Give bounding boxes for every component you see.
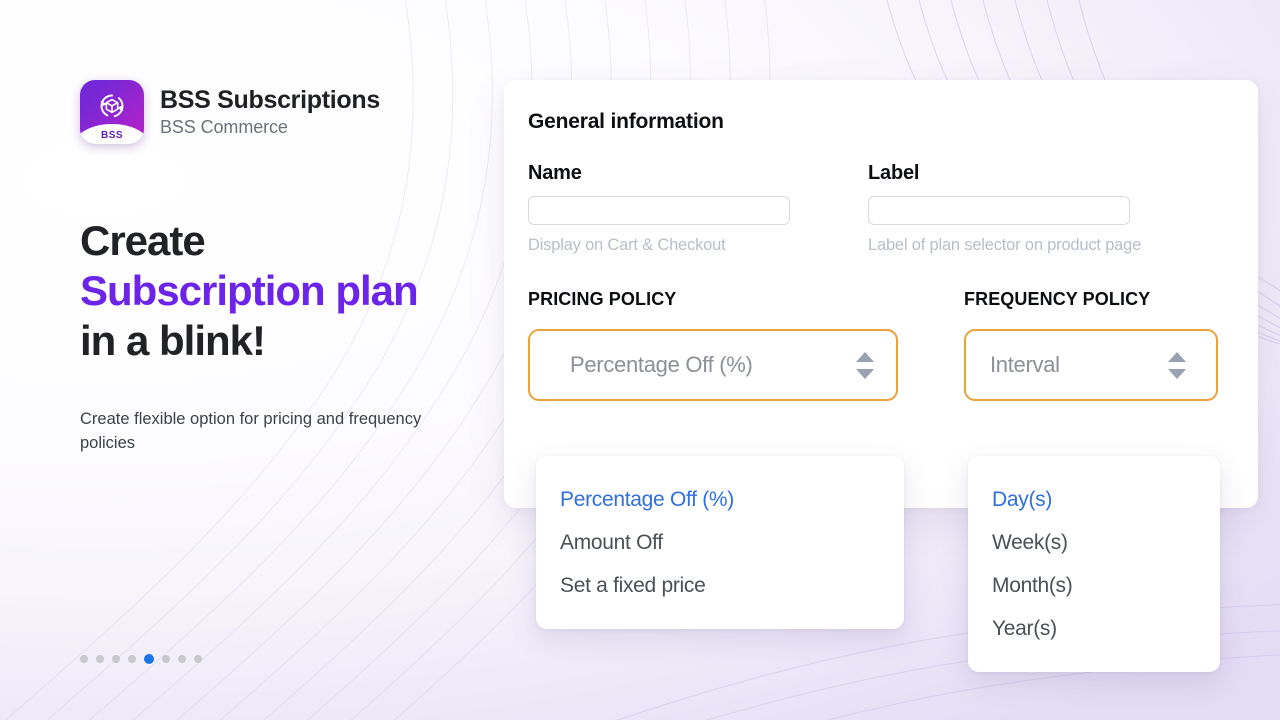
pricing-policy-select[interactable]: Percentage Off (%) [528,329,898,401]
logo-badge-text: BSS [100,130,124,141]
carousel-dot-1[interactable] [80,655,88,663]
pricing-policy-option-1[interactable]: Percentage Off (%) [536,478,904,521]
chevron-up-icon[interactable] [1168,351,1186,362]
label-field-help: Label of plan selector on product page [868,236,1142,254]
carousel-dot-5[interactable] [144,654,154,664]
general-information-card: General information Name Display on Cart… [504,80,1258,508]
label-input[interactable] [868,196,1130,225]
pricing-policy-group: PRICING POLICY Percentage Off (%) [528,289,898,401]
frequency-policy-selected-value: Interval [990,352,1060,377]
frequency-policy-option-2[interactable]: Week(s) [968,521,1220,564]
pricing-policy-stepper[interactable] [856,351,874,379]
app-title: BSS Subscriptions [160,86,380,114]
hero-headline-line2: Subscription plan [80,266,419,314]
frequency-policy-title: FREQUENCY POLICY [964,289,1151,309]
name-input[interactable] [528,196,790,225]
brand-block: BSS BSS Subscriptions BSS Commerce [80,80,380,144]
frequency-policy-option-4[interactable]: Year(s) [968,607,1220,650]
hero-headline-line3: in a blink! [80,316,266,364]
name-field-help: Display on Cart & Checkout [528,236,726,254]
label-field-label: Label [868,162,920,184]
name-field-label: Name [528,162,582,184]
promo-slide: BSS BSS Subscriptions BSS Commerce Creat… [0,0,1280,720]
pricing-policy-title: PRICING POLICY [528,289,677,309]
name-label-field-row: Name Display on Cart & Checkout Label La… [528,162,1234,255]
hero-headline: Create Subscription plan in a blink! [80,216,419,366]
carousel-dots[interactable] [80,654,202,664]
chevron-down-icon[interactable] [1168,368,1186,379]
frequency-policy-stepper[interactable] [1168,351,1186,379]
subscription-box-cycle-icon [80,83,144,129]
frequency-policy-option-1[interactable]: Day(s) [968,478,1220,521]
app-vendor: BSS Commerce [160,117,288,137]
carousel-dot-2[interactable] [96,655,104,663]
hero-headline-line1: Create [80,217,206,264]
carousel-dot-7[interactable] [178,655,186,663]
card-title: General information [528,110,724,133]
app-logo: BSS [80,80,144,144]
chevron-down-icon[interactable] [856,368,874,379]
frequency-policy-dropdown[interactable]: Day(s) Week(s) Month(s) Year(s) [968,456,1220,672]
label-field-group: Label Label of plan selector on product … [868,162,1142,255]
pricing-policy-option-3[interactable]: Set a fixed price [536,564,904,607]
pricing-policy-option-2[interactable]: Amount Off [536,521,904,564]
frequency-policy-group: FREQUENCY POLICY Interval [964,289,1218,401]
frequency-policy-select[interactable]: Interval [964,329,1218,401]
carousel-dot-8[interactable] [194,655,202,663]
carousel-dot-6[interactable] [162,655,170,663]
pricing-policy-dropdown[interactable]: Percentage Off (%) Amount Off Set a fixed … [536,456,904,629]
brand-names: BSS Subscriptions BSS Commerce [160,86,380,138]
carousel-dot-4[interactable] [128,655,136,663]
chevron-up-icon[interactable] [856,351,874,362]
policy-row: PRICING POLICY Percentage Off (%) FREQUE… [528,289,1234,401]
hero-subcopy: Create flexible option for pricing and f… [80,410,422,452]
carousel-dot-3[interactable] [112,655,120,663]
pricing-policy-selected-value: Percentage Off (%) [570,352,753,377]
frequency-policy-option-3[interactable]: Month(s) [968,564,1220,607]
name-field-group: Name Display on Cart & Checkout [528,162,790,255]
